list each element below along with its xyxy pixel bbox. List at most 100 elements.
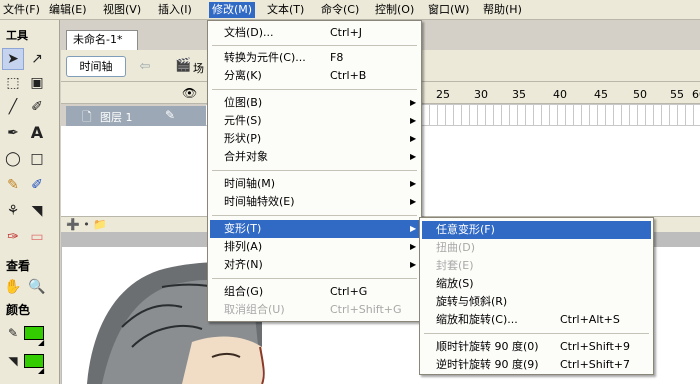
menu-item-label: 时间轴(M) [224,177,276,190]
eyedropper-tool-icon[interactable]: ✑ [2,226,24,248]
timeline-toggle-button[interactable]: 时间轴 [66,56,126,77]
pen-tool-icon[interactable]: ✒ [2,122,24,144]
menu-window[interactable]: 窗口(W) [425,2,472,18]
zoom-tool-icon[interactable]: 🔍 [26,276,48,298]
menu-item-transform[interactable]: 变形(T) ▶ [210,220,419,238]
layer-name[interactable]: 图层 1 [100,109,133,125]
scene-label[interactable]: 场 [193,60,204,76]
submenu-arrow-icon: ▶ [410,224,417,233]
menu-item-label: 封套(E) [436,259,474,272]
menu-item-document[interactable]: 文档(D)... Ctrl+J [210,24,419,42]
add-guide-icon[interactable]: • [83,218,90,231]
submenu-arrow-icon: ▶ [410,197,417,206]
menu-item-timeline-effects[interactable]: 时间轴特效(E) ▶ [210,193,419,211]
menu-item-label: 组合(G) [224,285,264,298]
menu-item-timeline[interactable]: 时间轴(M) ▶ [210,175,419,193]
menu-item-ungroup[interactable]: 取消组合(U) Ctrl+Shift+G [210,301,419,319]
lasso-tool-icon[interactable]: ✐ [26,96,48,118]
menu-file[interactable]: 文件(F) [0,2,43,18]
menu-item-label: 转换为元件(C)... [224,51,306,64]
submenu-arrow-icon: ▶ [410,260,417,269]
submenu-item-distort[interactable]: 扭曲(D) [422,239,651,257]
add-layer-icon[interactable]: ➕ [66,218,80,231]
menu-item-label: 缩放和旋转(C)... [436,313,518,326]
menu-item-group[interactable]: 组合(G) Ctrl+G [210,283,419,301]
arrow-tool-icon[interactable]: ➤ [2,48,24,70]
brush-tool-icon[interactable]: ✐ [26,174,48,196]
ruler-number: 60 [692,88,700,101]
menu-item-shortcut: Ctrl+B [330,69,367,82]
eraser-tool-icon[interactable]: ▭ [26,226,48,248]
eye-icon[interactable]: 👁 [182,86,197,100]
menu-item-label: 分离(K) [224,69,262,82]
menu-item-label: 取消组合(U) [224,303,285,316]
scene-icon: 🎬 [175,58,192,73]
menu-item-label: 变形(T) [224,222,262,235]
submenu-item-free-transform[interactable]: 任意变形(F) [422,221,651,239]
menu-modify[interactable]: 修改(M) [209,2,256,18]
back-arrow-icon[interactable]: ⇦ [135,57,155,77]
menu-insert[interactable]: 插入(I) [155,2,195,18]
pencil-tool-icon[interactable]: ✎ [2,174,24,196]
view-title: 查看 [6,259,31,273]
menu-help[interactable]: 帮助(H) [480,2,525,18]
menu-item-align[interactable]: 对齐(N) ▶ [210,256,419,274]
fill-dropdown-icon[interactable]: ◢ [38,366,44,375]
menu-edit[interactable]: 编辑(E) [46,2,90,18]
menu-item-convert-to-symbol[interactable]: 转换为元件(C)... F8 [210,49,419,67]
submenu-arrow-icon: ▶ [410,134,417,143]
ink-bottle-tool-icon[interactable]: ⚘ [2,200,24,222]
ruler-number: 55 [670,88,684,101]
submenu-item-envelope[interactable]: 封套(E) [422,257,651,275]
add-folder-icon[interactable]: 📁 [93,218,107,231]
subselect-tool-icon[interactable]: ↗ [26,48,48,70]
oval-tool-icon[interactable]: ◯ [2,148,24,170]
submenu-arrow-icon: ▶ [410,179,417,188]
menu-text[interactable]: 文本(T) [264,2,307,18]
menu-item-shape[interactable]: 形状(P) ▶ [210,130,419,148]
menu-item-label: 排列(A) [224,240,263,253]
menu-item-shortcut: Ctrl+Shift+G [330,303,402,316]
menu-item-shortcut: F8 [330,51,344,64]
menu-item-shortcut: Ctrl+Shift+7 [560,358,631,371]
menu-item-symbol[interactable]: 元件(S) ▶ [210,112,419,130]
paint-bucket-tool-icon[interactable]: ◥ [26,200,48,222]
submenu-arrow-icon: ▶ [410,98,417,107]
text-tool-icon[interactable]: A [26,122,48,144]
submenu-item-rotate-skew[interactable]: 旋转与倾斜(R) [422,293,651,311]
document-tab[interactable]: 未命名-1* [66,30,138,50]
menu-item-arrange[interactable]: 排列(A) ▶ [210,238,419,256]
menu-view[interactable]: 视图(V) [100,2,144,18]
submenu-item-rotate-cw[interactable]: 顺时针旋转 90 度(0) Ctrl+Shift+9 [422,338,651,356]
menu-control[interactable]: 控制(O) [372,2,417,18]
submenu-item-rotate-ccw[interactable]: 逆时针旋转 90 度(9) Ctrl+Shift+7 [422,356,651,374]
hand-tool-icon[interactable]: ✋ [2,276,24,298]
menu-commands[interactable]: 命令(C) [318,2,362,18]
menu-item-bitmap[interactable]: 位图(B) ▶ [210,94,419,112]
menu-item-break-apart[interactable]: 分离(K) Ctrl+B [210,67,419,85]
line-tool-icon[interactable]: ╱ [2,96,24,118]
fill-transform-tool-icon[interactable]: ▣ [26,72,48,94]
pencil-icon: ✎ [165,108,176,122]
menu-item-shortcut: Ctrl+Alt+S [560,313,620,326]
submenu-item-scale-rotate[interactable]: 缩放和旋转(C)... Ctrl+Alt+S [422,311,651,329]
menu-item-label: 对齐(N) [224,258,263,271]
menu-item-shortcut: Ctrl+J [330,26,363,39]
layer-tools: ➕ • 📁 [66,218,107,231]
tools-panel: 工具 ➤ ↗ ⬚ ▣ ╱ ✐ ✒ A ◯ □ ✎ ✐ ⚘ ◥ ✑ ▭ 查看 ✋ … [0,20,60,384]
menu-item-label: 顺时针旋转 90 度(0) [436,340,539,353]
menu-bar: 文件(F) 编辑(E) 视图(V) 插入(I) 修改(M) 文本(T) 命令(C… [0,0,700,20]
submenu-arrow-icon: ▶ [410,152,417,161]
menu-item-label: 元件(S) [224,114,262,127]
menu-item-label: 逆时针旋转 90 度(9) [436,358,539,371]
menu-item-label: 文档(D)... [224,26,274,39]
submenu-arrow-icon: ▶ [410,116,417,125]
submenu-item-scale[interactable]: 缩放(S) [422,275,651,293]
fill-bucket-icon: ◥ [8,354,18,368]
free-transform-tool-icon[interactable]: ⬚ [2,72,24,94]
ruler-number: 50 [633,88,647,101]
rectangle-tool-icon[interactable]: □ [26,148,48,170]
stroke-dropdown-icon[interactable]: ◢ [38,338,44,347]
submenu-arrow-icon: ▶ [410,242,417,251]
menu-item-combine-objects[interactable]: 合并对象 ▶ [210,148,419,166]
